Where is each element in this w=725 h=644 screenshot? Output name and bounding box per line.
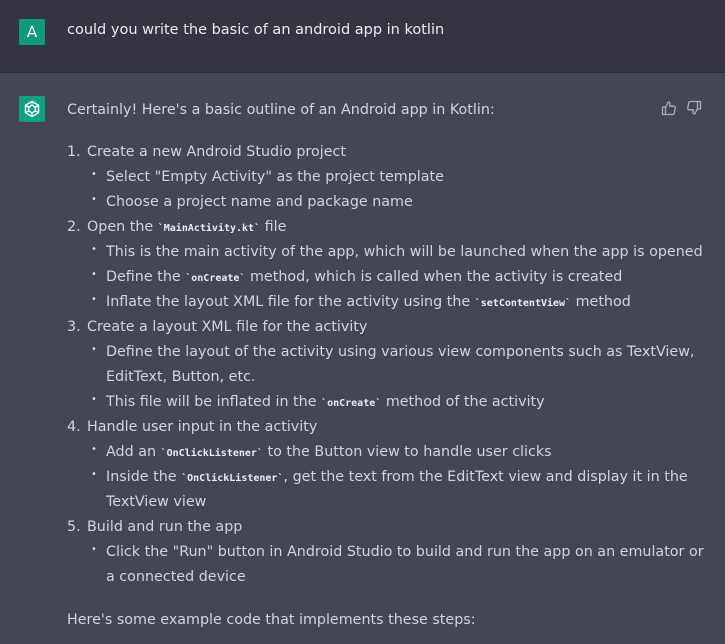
sub-item-text: Click the "Run" button in Android Studio… — [106, 544, 704, 560]
response-intro: Certainly! Here's a basic outline of an … — [67, 102, 495, 118]
inline-code: `setContentView` — [474, 298, 572, 309]
inline-code: `OnClickListener` — [181, 473, 284, 484]
sub-item-text: Add an `OnClickListener` to the Button v… — [106, 440, 552, 466]
list-item: 5. Build and run the app — [67, 515, 667, 540]
sub-item-text: a connected device — [106, 569, 246, 585]
bullet-icon: • — [91, 344, 97, 355]
text-span: to the Button view to handle user clicks — [262, 444, 552, 460]
steps-list: 1. Create a new Android Studio project •… — [67, 140, 704, 590]
thumbs-down-button[interactable] — [686, 100, 702, 116]
step-number: 4. — [67, 419, 81, 435]
sub-item-text: EditText, Button, etc. — [106, 369, 256, 385]
step-text: Open the `MainActivity.kt` file — [87, 215, 286, 241]
bullet-icon: • — [91, 544, 97, 555]
text-span: This file will be inflated in the — [106, 394, 322, 410]
sub-item-text: Define the layout of the activity using … — [106, 344, 695, 360]
step-number: 1. — [67, 144, 81, 160]
response-outro: Here's some example code that implements… — [67, 612, 476, 628]
bullet-icon: • — [91, 444, 97, 455]
list-item: 1. Create a new Android Studio project — [67, 140, 667, 165]
inline-code: `OnClickListener` — [160, 448, 263, 459]
list-item: 2. Open the `MainActivity.kt` file — [67, 215, 667, 240]
openai-logo-icon — [24, 100, 40, 118]
sub-item-text: This file will be inflated in the `onCre… — [106, 390, 545, 416]
sub-list-item: • Add an `OnClickListener` to the Button… — [67, 440, 667, 465]
text-span: Define the — [106, 269, 186, 285]
bullet-icon: • — [91, 169, 97, 180]
assistant-response: Certainly! Here's a basic outline of an … — [67, 98, 704, 633]
list-item: 4. Handle user input in the activity — [67, 415, 667, 440]
step-number: 3. — [67, 319, 81, 335]
sub-item-text: Define the `onCreate` method, which is c… — [106, 265, 622, 291]
text-span: Inside the — [106, 469, 182, 485]
sub-item-text: This is the main activity of the app, wh… — [106, 244, 703, 260]
step-number: 5. — [67, 519, 81, 535]
sub-item-text: Inflate the layout XML file for the acti… — [106, 290, 631, 316]
sub-list-item-continuation: a connected device — [67, 565, 667, 590]
text-span: Add an — [106, 444, 161, 460]
sub-list-item-continuation: TextView view — [67, 490, 667, 515]
bullet-icon: • — [91, 269, 97, 280]
sub-list-item: • This is the main activity of the app, … — [67, 240, 703, 265]
step-number: 2. — [67, 219, 81, 235]
sub-list-item: • Click the "Run" button in Android Stud… — [67, 540, 704, 565]
thumbs-down-icon — [687, 100, 702, 115]
text-span: method of the activity — [381, 394, 545, 410]
user-message-row: A could you write the basic of an androi… — [0, 0, 725, 73]
sub-list-item: • This file will be inflated in the `onC… — [67, 390, 667, 415]
sub-list-item: • Inflate the layout XML file for the ac… — [67, 290, 667, 315]
text-span: file — [260, 219, 287, 235]
sub-item-text: Choose a project name and package name — [106, 194, 413, 210]
user-message-text: could you write the basic of an android … — [67, 22, 445, 38]
sub-list-item: • Select "Empty Activity" as the project… — [67, 165, 667, 190]
step-text: Create a new Android Studio project — [87, 144, 346, 160]
text-span: method, which is called when the activit… — [245, 269, 623, 285]
sub-list-item: • Define the `onCreate` method, which is… — [67, 265, 667, 290]
sub-list-item-continuation: EditText, Button, etc. — [67, 365, 667, 390]
bullet-icon: • — [91, 469, 97, 480]
inline-code: `onCreate` — [321, 398, 382, 409]
bullet-icon: • — [91, 194, 97, 205]
user-avatar: A — [19, 19, 45, 45]
list-item: 3. Create a layout XML file for the acti… — [67, 315, 667, 340]
step-text: Create a layout XML file for the activit… — [87, 319, 368, 335]
step-text: Handle user input in the activity — [87, 419, 318, 435]
bullet-icon: • — [91, 294, 97, 305]
bullet-icon: • — [91, 244, 97, 255]
sub-list-item: • Define the layout of the activity usin… — [67, 340, 694, 365]
sub-item-text: Select "Empty Activity" as the project t… — [106, 169, 444, 185]
sub-list-item: • Choose a project name and package name — [67, 190, 667, 215]
inline-code: `MainActivity.kt` — [157, 223, 261, 234]
step-text: Build and run the app — [87, 519, 243, 535]
sub-item-text: Inside the `OnClickListener`, get the te… — [106, 465, 688, 491]
bullet-icon: • — [91, 394, 97, 405]
text-span: Open the — [87, 219, 158, 235]
text-span: method — [571, 294, 631, 310]
text-span: Inflate the layout XML file for the acti… — [106, 294, 475, 310]
sub-item-text: TextView view — [106, 494, 207, 510]
sub-list-item: • Inside the `OnClickListener`, get the … — [67, 465, 688, 490]
assistant-avatar — [19, 96, 45, 122]
inline-code: `onCreate` — [185, 273, 246, 284]
text-span: , get the text from the EditText view an… — [283, 469, 688, 485]
